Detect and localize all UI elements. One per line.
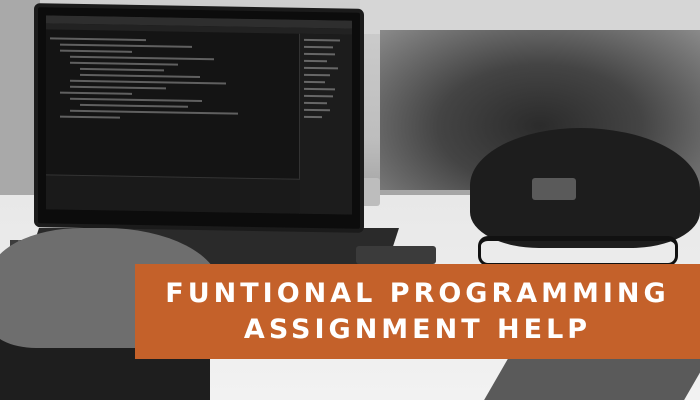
banner-title-line-1: FUNTIONAL PROGRAMMING — [165, 277, 670, 309]
project-tree-panel — [299, 33, 352, 215]
title-banner: FUNTIONAL PROGRAMMING ASSIGNMENT HELP — [135, 264, 700, 359]
console-panel — [46, 174, 300, 214]
eyeglasses — [478, 236, 678, 266]
banner-title-line-2: ASSIGNMENT HELP — [243, 313, 592, 345]
hat — [470, 128, 700, 248]
code-lines — [50, 33, 290, 125]
smartphone — [356, 246, 436, 264]
laptop-screen — [34, 3, 364, 233]
code-editor — [46, 15, 352, 215]
background-shelf — [360, 0, 700, 34]
hat-label — [532, 178, 576, 200]
hero-image: FUNTIONAL PROGRAMMING ASSIGNMENT HELP — [0, 0, 700, 400]
